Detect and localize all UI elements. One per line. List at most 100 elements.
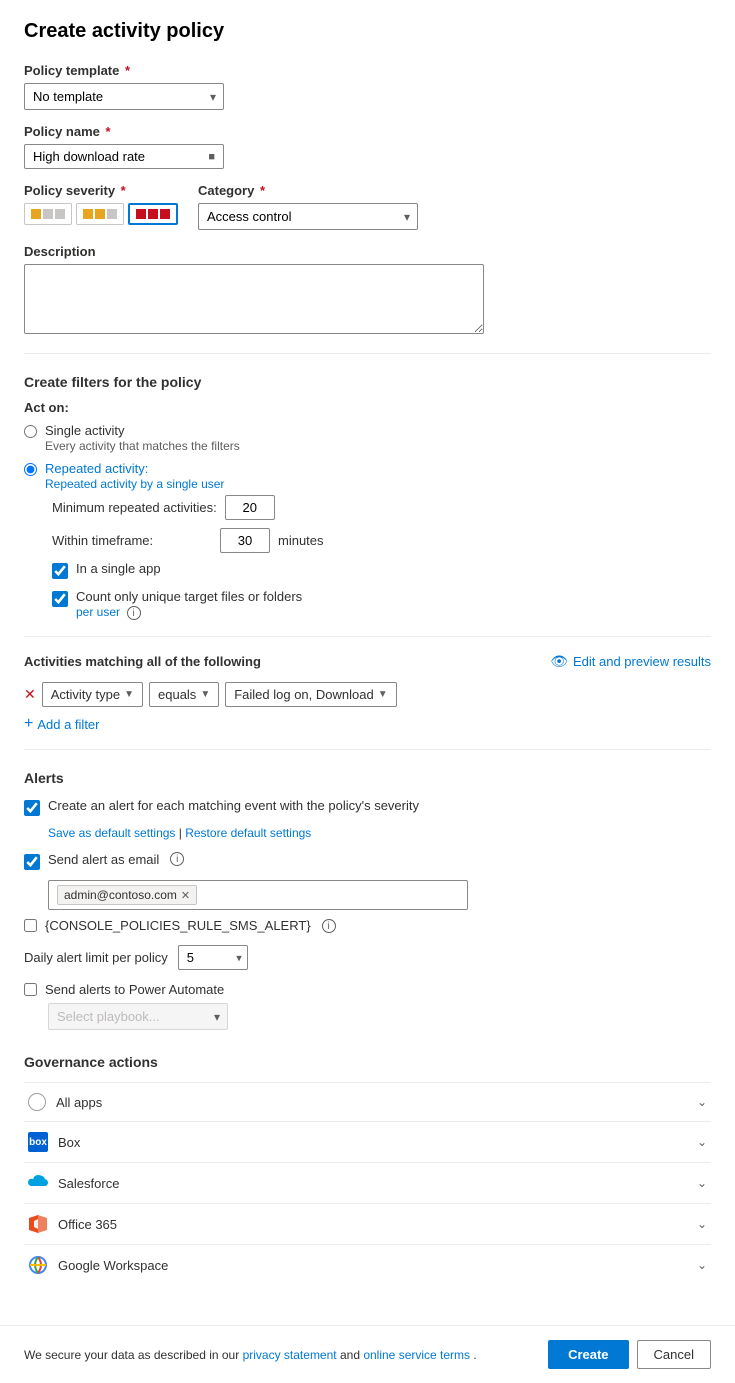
footer-buttons: Create Cancel — [548, 1340, 711, 1369]
count-unique-checkbox[interactable] — [52, 591, 68, 607]
gov-item-office365[interactable]: Office 365 ⌄ — [24, 1203, 711, 1244]
operator-dropdown[interactable]: equals ▼ — [149, 682, 219, 707]
gov-item-o365-left: Office 365 — [28, 1214, 117, 1234]
add-filter-btn[interactable]: + Add a filter — [24, 715, 711, 733]
google-workspace-icon — [28, 1255, 48, 1275]
severity-med-squares — [83, 209, 117, 219]
filter-values-dropdown[interactable]: Failed log on, Download ▼ — [225, 682, 396, 707]
salesforce-label: Salesforce — [58, 1176, 119, 1191]
footer: We secure your data as described in our … — [0, 1325, 735, 1383]
policy-template-select-wrapper[interactable]: No template — [24, 83, 224, 110]
repeated-activity-details: Minimum repeated activities: Within time… — [52, 495, 711, 620]
within-timeframe-label: Within timeframe: — [52, 533, 212, 548]
sq2 — [148, 209, 158, 219]
sq2 — [95, 209, 105, 219]
min-repeated-row: Minimum repeated activities: — [52, 495, 711, 520]
daily-limit-select[interactable]: 5 — [178, 945, 248, 970]
gov-item-all-apps[interactable]: All apps ⌄ — [24, 1082, 711, 1121]
in-single-app-checkbox[interactable] — [52, 563, 68, 579]
policy-name-clear-icon[interactable]: ■ — [208, 151, 215, 163]
governance-title: Governance actions — [24, 1054, 711, 1070]
create-alert-label: Create an alert for each matching event … — [48, 798, 419, 813]
activity-type-label: Activity type — [51, 687, 120, 702]
filter-remove-btn[interactable]: ✕ — [24, 686, 36, 703]
description-textarea[interactable] — [24, 264, 484, 334]
within-timeframe-row: Within timeframe: minutes — [52, 528, 711, 553]
severity-category-row: Policy severity * — [24, 183, 711, 230]
category-select[interactable]: Access control — [198, 203, 418, 230]
severity-medium[interactable] — [76, 203, 124, 225]
power-automate-checkbox[interactable] — [24, 983, 37, 996]
email-tag-remove-btn[interactable]: ✕ — [181, 889, 190, 902]
single-activity-option: Single activity Every activity that matc… — [24, 423, 711, 453]
daily-limit-select-wrapper[interactable]: 5 — [178, 945, 248, 970]
footer-and-text: and — [340, 1348, 363, 1362]
filter-values-chevron: ▼ — [378, 689, 388, 700]
severity-low[interactable] — [24, 203, 72, 225]
cancel-button[interactable]: Cancel — [637, 1340, 711, 1369]
min-repeated-input[interactable] — [225, 495, 275, 520]
save-default-link[interactable]: Save as default settings — [48, 826, 175, 840]
repeated-activity-radio[interactable] — [24, 463, 37, 476]
alerts-title: Alerts — [24, 770, 711, 786]
activities-matching-header: Activities matching all of the following… — [24, 653, 711, 670]
repeated-activity-option: Repeated activity: Repeated activity by … — [24, 461, 711, 491]
sq2 — [43, 209, 53, 219]
policy-template-select[interactable]: No template — [24, 83, 224, 110]
create-alert-checkbox[interactable] — [24, 800, 40, 816]
edit-preview-btn[interactable]: 👁 Edit and preview results — [550, 653, 711, 670]
footer-security-text: We secure your data as described in our — [24, 1348, 239, 1362]
send-email-row: Send alert as email i — [24, 852, 711, 870]
privacy-statement-link[interactable]: privacy statement — [243, 1348, 337, 1362]
category-label: Category * — [198, 183, 711, 198]
email-value: admin@contoso.com — [64, 888, 177, 902]
policy-name-label: Policy name * — [24, 124, 711, 139]
activities-matching-label: Activities matching all of the following — [24, 654, 261, 669]
restore-default-link[interactable]: Restore default settings — [185, 826, 311, 840]
create-button[interactable]: Create — [548, 1340, 628, 1369]
playbook-select-wrapper[interactable]: Select playbook... — [48, 1003, 228, 1030]
gov-item-box[interactable]: box Box ⌄ — [24, 1121, 711, 1162]
create-alert-row: Create an alert for each matching event … — [24, 798, 711, 816]
office365-label: Office 365 — [58, 1217, 117, 1232]
minutes-label: minutes — [278, 533, 324, 548]
online-service-terms-link[interactable]: online service terms — [363, 1348, 470, 1362]
severity-group: Policy severity * — [24, 183, 178, 225]
severity-high-squares — [136, 209, 170, 219]
sms-alert-row: {CONSOLE_POLICIES_RULE_SMS_ALERT} i — [24, 918, 711, 933]
all-apps-icon — [28, 1093, 46, 1111]
count-unique-sublabel: per user — [76, 605, 120, 619]
count-unique-info-icon[interactable]: i — [127, 606, 141, 620]
policy-name-group: Policy name * ■ — [24, 124, 711, 169]
playbook-select[interactable]: Select playbook... — [48, 1003, 228, 1030]
policy-name-input-wrapper[interactable]: ■ — [24, 144, 224, 169]
count-unique-row: Count only unique target files or folder… — [52, 589, 711, 620]
count-unique-label: Count only unique target files or folder… — [76, 589, 302, 604]
severity-high[interactable] — [128, 203, 178, 225]
all-apps-chevron: ⌄ — [697, 1095, 707, 1109]
activity-type-dropdown[interactable]: Activity type ▼ — [42, 682, 143, 707]
sq1 — [136, 209, 146, 219]
sq3 — [107, 209, 117, 219]
sms-info-icon[interactable]: i — [322, 919, 336, 933]
office365-chevron: ⌄ — [697, 1217, 707, 1231]
filters-section-title: Create filters for the policy — [24, 374, 711, 390]
gov-item-salesforce[interactable]: Salesforce ⌄ — [24, 1162, 711, 1203]
footer-links: We secure your data as described in our … — [24, 1348, 477, 1362]
footer-period: . — [473, 1348, 476, 1362]
within-timeframe-input[interactable] — [220, 528, 270, 553]
single-activity-radio[interactable] — [24, 425, 37, 438]
plus-icon: + — [24, 715, 33, 733]
gov-item-google-workspace[interactable]: Google Workspace ⌄ — [24, 1244, 711, 1285]
category-select-wrapper[interactable]: Access control — [198, 203, 418, 230]
policy-name-input[interactable] — [33, 149, 208, 164]
activity-filter-row: ✕ Activity type ▼ equals ▼ Failed log on… — [24, 682, 711, 707]
sms-alert-checkbox[interactable] — [24, 919, 37, 932]
in-single-app-row: In a single app — [52, 561, 711, 579]
email-input-wrapper[interactable]: admin@contoso.com ✕ — [48, 880, 468, 910]
send-email-checkbox[interactable] — [24, 854, 40, 870]
single-activity-label: Single activity — [45, 423, 240, 438]
send-email-info-icon[interactable]: i — [170, 852, 184, 866]
operator-label: equals — [158, 687, 196, 702]
severity-low-squares — [31, 209, 65, 219]
